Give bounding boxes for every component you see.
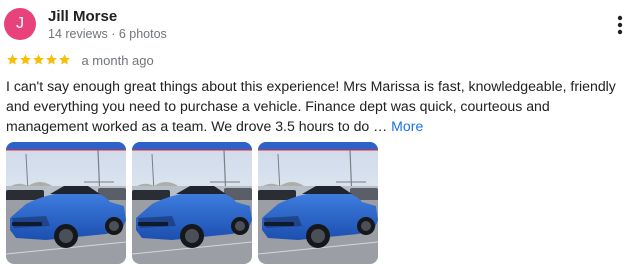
blue-car-photo[interactable] [6,142,126,264]
rating-row: a month ago [6,51,154,69]
review-header: J Jill Morse 14 reviews · 6 photos [4,4,636,44]
star-icon [20,54,31,65]
blue-car-photo[interactable] [258,142,378,264]
star-icon [59,54,70,65]
reviewer-meta: 14 reviews · 6 photos [48,27,167,41]
review-body: I can't say enough great things about th… [6,78,616,134]
star-icon [33,54,44,65]
more-vert-icon[interactable] [610,12,630,38]
blue-car-photo[interactable] [132,142,252,264]
review-time: a month ago [81,52,154,68]
star-rating [6,51,71,69]
reviewer-name[interactable]: Jill Morse [48,8,117,25]
star-icon [7,54,18,65]
avatar[interactable]: J [4,8,36,40]
more-link[interactable]: More [391,118,423,134]
review-text: I can't say enough great things about th… [6,76,634,136]
star-icon [46,54,57,65]
